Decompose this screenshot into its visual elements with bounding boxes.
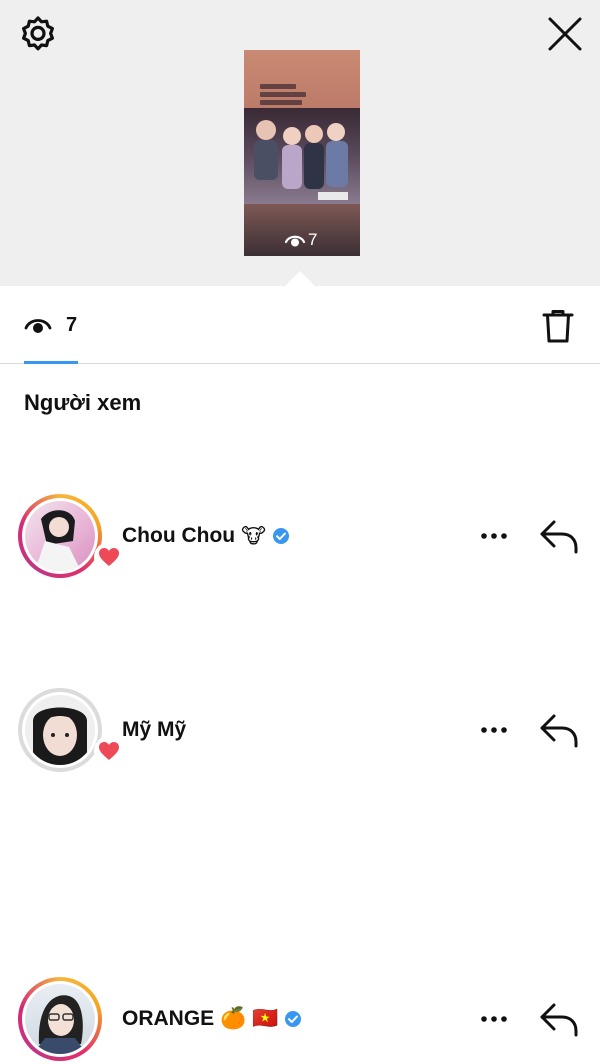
avatar[interactable]: [18, 494, 124, 578]
avatar[interactable]: [18, 688, 124, 772]
thumbnail-view-count: 7: [284, 230, 317, 250]
reply-arrow-icon: [540, 714, 578, 748]
reply-arrow-icon: [540, 520, 578, 554]
viewer-row: Mỹ Mỹ: [0, 688, 600, 772]
viewer-row: Chou Chou 🐮: [0, 494, 600, 578]
more-horizontal-icon: [481, 727, 507, 733]
viewer-name-label: Chou Chou: [122, 524, 236, 547]
tab-viewers[interactable]: 7: [24, 310, 77, 340]
heart-icon: [99, 742, 119, 760]
tab-viewers-count: 7: [66, 313, 78, 336]
heart-icon: [99, 548, 119, 566]
more-options-button[interactable]: [478, 1003, 510, 1035]
liked-badge: [94, 736, 124, 766]
liked-badge: [94, 542, 124, 572]
reply-button[interactable]: [538, 710, 580, 750]
viewer-name[interactable]: Chou Chou 🐮: [122, 520, 290, 552]
reply-button[interactable]: [538, 516, 580, 556]
viewer-row: ORANGE 🍊 🇻🇳: [0, 977, 600, 1061]
close-icon: [548, 17, 582, 51]
viewers-section-title: Người xem: [24, 390, 142, 415]
viewer-name[interactable]: ORANGE 🍊 🇻🇳: [122, 1003, 302, 1035]
viewer-name-emoji: 🐮: [241, 524, 266, 548]
viewer-name-emoji: 🍊 🇻🇳: [220, 1007, 279, 1030]
story-photo: [244, 108, 360, 204]
active-tab-indicator: [24, 361, 78, 364]
settings-button[interactable]: [18, 14, 58, 54]
close-button[interactable]: [545, 14, 585, 54]
story-thumbnail[interactable]: 7: [244, 50, 360, 256]
thumbnail-view-count-label: 7: [308, 230, 318, 249]
reply-arrow-icon: [540, 1003, 578, 1037]
story-preview-area: 7: [0, 0, 600, 286]
gear-icon: [22, 16, 54, 51]
verified-badge-icon: [285, 1011, 302, 1027]
trash-icon: [542, 310, 574, 343]
viewer-name[interactable]: Mỹ Mỹ: [122, 714, 186, 746]
verified-badge-icon: [273, 528, 289, 544]
story-insights-tabbar: 7: [0, 286, 600, 364]
eye-icon: [284, 235, 306, 247]
viewer-name-label: Mỹ Mỹ: [122, 718, 187, 741]
more-horizontal-icon: [481, 533, 507, 539]
avatar[interactable]: [18, 977, 102, 1061]
more-options-button[interactable]: [478, 520, 510, 552]
eye-icon: [24, 319, 52, 333]
delete-story-button[interactable]: [540, 308, 576, 344]
more-options-button[interactable]: [478, 714, 510, 746]
more-horizontal-icon: [481, 1016, 507, 1022]
reply-button[interactable]: [538, 999, 580, 1039]
viewer-name-label: ORANGE: [122, 1007, 215, 1030]
